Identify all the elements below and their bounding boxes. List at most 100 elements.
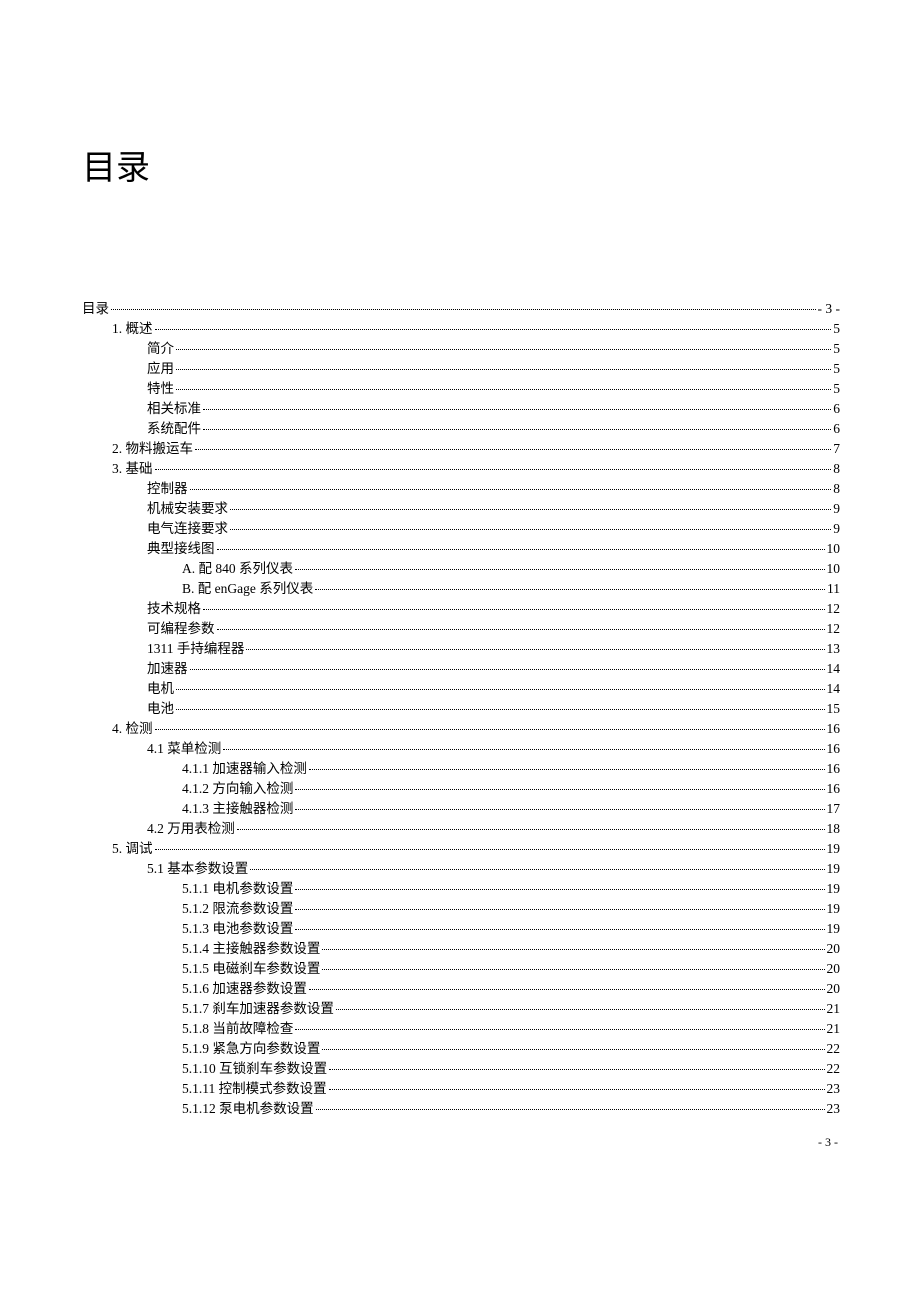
- toc-leader-dots: [203, 409, 831, 410]
- toc-leader-dots: [316, 1109, 825, 1110]
- toc-leader-dots: [295, 809, 824, 810]
- toc-entry-page: 9: [833, 499, 840, 519]
- toc-entry: 5.1.3 电池参数设置19: [82, 919, 840, 939]
- toc-entry-label: 电池: [147, 699, 174, 719]
- toc-entry: 应用5: [82, 359, 840, 379]
- toc-entry: 相关标准6: [82, 399, 840, 419]
- toc-entry-page: 5: [833, 379, 840, 399]
- toc-leader-dots: [295, 909, 824, 910]
- toc-entry: 4.2 万用表检测18: [82, 819, 840, 839]
- toc-entry-label: 典型接线图: [147, 539, 215, 559]
- toc-entry: 机械安装要求 9: [82, 499, 840, 519]
- toc-entry: 5.1.8 当前故障检查21: [82, 1019, 840, 1039]
- toc-leader-dots: [295, 569, 825, 570]
- toc-entry-page: 14: [827, 659, 841, 679]
- toc-entry-page: 20: [827, 979, 841, 999]
- toc-entry: 电池 15: [82, 699, 840, 719]
- toc-entry: 1. 概述 5: [82, 319, 840, 339]
- toc-entry: 系统配件 6: [82, 419, 840, 439]
- toc-entry-page: 16: [827, 779, 841, 799]
- toc-leader-dots: [250, 869, 824, 870]
- toc-entry-page: 19: [827, 859, 841, 879]
- toc-leader-dots: [176, 369, 831, 370]
- toc-leader-dots: [295, 1029, 824, 1030]
- toc-entry: 5.1.12 泵电机参数设置23: [82, 1099, 840, 1119]
- toc-entry: 5.1 基本参数设置19: [82, 859, 840, 879]
- toc-leader-dots: [329, 1069, 824, 1070]
- toc-entry-label: 4.1.1 加速器输入检测: [182, 759, 307, 779]
- toc-entry: 目录- 3 -: [82, 299, 840, 319]
- toc-entry-page: 12: [827, 599, 841, 619]
- toc-entry-page: 17: [827, 799, 841, 819]
- toc-entry: 5.1.10 互锁刹车参数设置22: [82, 1059, 840, 1079]
- toc-entry: 可编程参数12: [82, 619, 840, 639]
- toc-entry: 控制器8: [82, 479, 840, 499]
- toc-entry-page: 7: [833, 439, 840, 459]
- toc-entry: 4.1.3 主接触器检测17: [82, 799, 840, 819]
- toc-entry-label: 机械安装要求: [147, 499, 228, 519]
- footer-page-number: - 3 -: [818, 1135, 838, 1150]
- toc-entry-label: 5.1.7 刹车加速器参数设置: [182, 999, 334, 1019]
- toc-leader-dots: [315, 589, 825, 590]
- toc-entry: B. 配 enGage 系列仪表 11: [82, 579, 840, 599]
- toc-entry-page: 19: [827, 839, 841, 859]
- toc-entry-label: 5.1.4 主接触器参数设置: [182, 939, 320, 959]
- toc-entry-label: 5.1.8 当前故障检查: [182, 1019, 293, 1039]
- toc-entry-page: 14: [827, 679, 841, 699]
- toc-entry-label: 电机: [147, 679, 174, 699]
- toc-leader-dots: [295, 889, 824, 890]
- toc-entry-page: 13: [827, 639, 841, 659]
- toc-entry: 4.1.2 方向输入检测16: [82, 779, 840, 799]
- toc-leader-dots: [237, 829, 825, 830]
- toc-entry: 特性5: [82, 379, 840, 399]
- toc-entry: 电机 14: [82, 679, 840, 699]
- toc-leader-dots: [295, 929, 824, 930]
- toc-entry-page: 23: [827, 1099, 841, 1119]
- toc-entry-label: 系统配件: [147, 419, 201, 439]
- toc-entry-label: 简介: [147, 339, 174, 359]
- toc-entry-label: A. 配 840 系列仪表: [182, 559, 293, 579]
- toc-leader-dots: [190, 669, 825, 670]
- toc-entry-page: 5: [833, 359, 840, 379]
- toc-entry-page: 5: [833, 319, 840, 339]
- toc-entry-page: 11: [827, 579, 840, 599]
- toc-leader-dots: [176, 709, 825, 710]
- toc-entry-page: 15: [827, 699, 841, 719]
- toc-leader-dots: [246, 649, 824, 650]
- toc-entry: 5.1.1 电机参数设置 19: [82, 879, 840, 899]
- toc-entry-label: 5.1.3 电池参数设置: [182, 919, 293, 939]
- toc-leader-dots: [176, 389, 831, 390]
- toc-leader-dots: [195, 449, 831, 450]
- toc-entry: 1311 手持编程器13: [82, 639, 840, 659]
- toc-entry-page: 20: [827, 959, 841, 979]
- toc-entry: 2. 物料搬运车 7: [82, 439, 840, 459]
- toc-entry-page: 16: [827, 739, 841, 759]
- toc-entry-page: 18: [827, 819, 841, 839]
- toc-leader-dots: [155, 469, 832, 470]
- toc-entry: A. 配 840 系列仪表10: [82, 559, 840, 579]
- toc-entry-page: 6: [833, 419, 840, 439]
- toc-entry: 5.1.11 控制模式参数设置23: [82, 1079, 840, 1099]
- toc-entry-label: 2. 物料搬运车: [112, 439, 193, 459]
- toc-entry: 5.1.4 主接触器参数设置20: [82, 939, 840, 959]
- toc-entry: 5.1.7 刹车加速器参数设置21: [82, 999, 840, 1019]
- toc-leader-dots: [155, 729, 825, 730]
- toc-entry-label: 5.1.9 紧急方向参数设置: [182, 1039, 320, 1059]
- toc-leader-dots: [322, 1049, 824, 1050]
- toc-entry: 简介5: [82, 339, 840, 359]
- table-of-contents: 目录- 3 -1. 概述5简介5应用5特性5相关标准6系统配件62. 物料搬运车…: [82, 299, 840, 1119]
- toc-entry-label: 4. 检测: [112, 719, 153, 739]
- toc-entry-label: 5.1.1 电机参数设置: [182, 879, 293, 899]
- toc-entry-label: 5. 调试: [112, 839, 153, 859]
- toc-entry-label: 加速器: [147, 659, 188, 679]
- toc-entry-label: 3. 基础: [112, 459, 153, 479]
- toc-entry-page: 19: [827, 879, 841, 899]
- toc-entry: 典型接线图10: [82, 539, 840, 559]
- toc-leader-dots: [217, 629, 825, 630]
- toc-leader-dots: [176, 689, 825, 690]
- toc-entry-label: 1. 概述: [112, 319, 153, 339]
- toc-entry-label: 5.1.11 控制模式参数设置: [182, 1079, 327, 1099]
- toc-leader-dots: [230, 529, 831, 530]
- toc-leader-dots: [295, 789, 824, 790]
- toc-entry-label: B. 配 enGage 系列仪表: [182, 579, 313, 599]
